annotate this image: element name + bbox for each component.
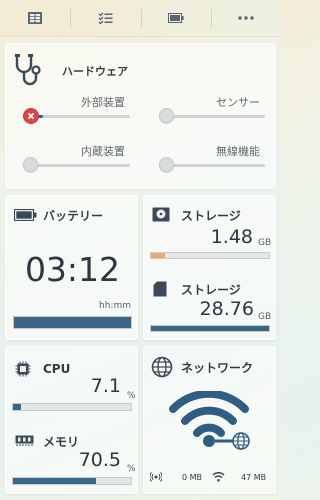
network-title: ネットワーク: [181, 361, 254, 375]
toggle-label-wireless: 無線機能: [216, 145, 260, 158]
battery-icon: [167, 13, 184, 23]
more-icon: [238, 16, 254, 20]
storage-title-1: ストレージ: [181, 209, 241, 223]
table-icon: [28, 12, 43, 24]
memory-bar: [12, 477, 132, 485]
hard-drive-icon: [152, 207, 170, 222]
battery-card[interactable]: バッテリー 03:12 hh:mm: [5, 195, 138, 340]
network-tx: 47 MB: [241, 473, 267, 482]
cpu-unit: %: [127, 391, 136, 401]
cpu-bar: [12, 403, 132, 411]
battery-time: 03:12: [24, 250, 121, 289]
wifi-small-icon: [212, 472, 225, 482]
network-card[interactable]: ネットワーク 0 MB 47 MB: [143, 346, 276, 494]
error-icon[interactable]: [23, 108, 39, 124]
antenna-icon: [150, 472, 162, 482]
toggle-label-internal: 内蔵装置: [81, 145, 125, 158]
stethoscope-icon: [15, 54, 41, 86]
storage-unit-1: GB: [258, 238, 272, 248]
storage-bar-2: [150, 325, 270, 332]
cpu-title: CPU: [43, 362, 71, 376]
memory-value: 70.5: [78, 449, 121, 471]
cpu-memory-card[interactable]: CPU 7.1 % メモリ 70.5 %: [5, 346, 138, 494]
cpu-value: 7.1: [90, 375, 121, 397]
toggle-knob-internal[interactable]: [23, 157, 38, 172]
tab-more[interactable]: [210, 0, 281, 36]
checklist-icon: [98, 12, 113, 24]
toggle-knob-sensor[interactable]: [159, 108, 174, 123]
memory-fill: [13, 478, 97, 484]
battery-icon: [14, 209, 37, 221]
globe-icon: [151, 356, 173, 378]
memory-icon: [15, 435, 34, 446]
hardware-card: ハードウェア 外部装置 センサー 内蔵装置 無線機能: [5, 43, 276, 189]
storage-fill-1: [151, 253, 166, 258]
tab-checklist[interactable]: [70, 0, 140, 36]
cpu-fill: [13, 404, 22, 410]
battery-time-unit: hh:mm: [99, 301, 131, 311]
storage-value-1: 1.48: [210, 226, 253, 248]
battery-level-fill: [14, 317, 131, 328]
storage-bar-1: [150, 252, 270, 259]
cpu-icon: [15, 361, 31, 377]
battery-title: バッテリー: [43, 209, 104, 223]
storage-value-2: 28.76: [199, 298, 254, 320]
toggle-knob-wireless[interactable]: [159, 157, 174, 172]
wifi-connection-icon: [169, 391, 250, 450]
network-rx: 0 MB: [182, 473, 203, 482]
memory-title: メモリ: [43, 435, 80, 449]
toggle-track-external[interactable]: [24, 115, 130, 118]
toggle-track-internal[interactable]: [24, 164, 130, 167]
memory-unit: %: [127, 464, 136, 474]
toggle-label-external: 外部装置: [81, 96, 125, 109]
tab-battery[interactable]: [140, 0, 211, 36]
storage-unit-2: GB: [258, 312, 272, 322]
storage-card[interactable]: ストレージ 1.48 GB ストレージ 28.76 GB: [143, 195, 276, 340]
storage-title-2: ストレージ: [181, 283, 241, 297]
battery-level-bar: [13, 316, 132, 329]
toggle-track-wireless[interactable]: [161, 164, 265, 167]
storage-fill-2: [151, 326, 269, 331]
sd-card-icon: [153, 281, 167, 297]
tab-table[interactable]: [0, 0, 70, 36]
toggle-track-sensor[interactable]: [161, 115, 265, 118]
hardware-title: ハードウェア: [62, 65, 128, 78]
top-tab-bar: [0, 0, 281, 37]
toggle-label-sensor: センサー: [216, 96, 260, 109]
